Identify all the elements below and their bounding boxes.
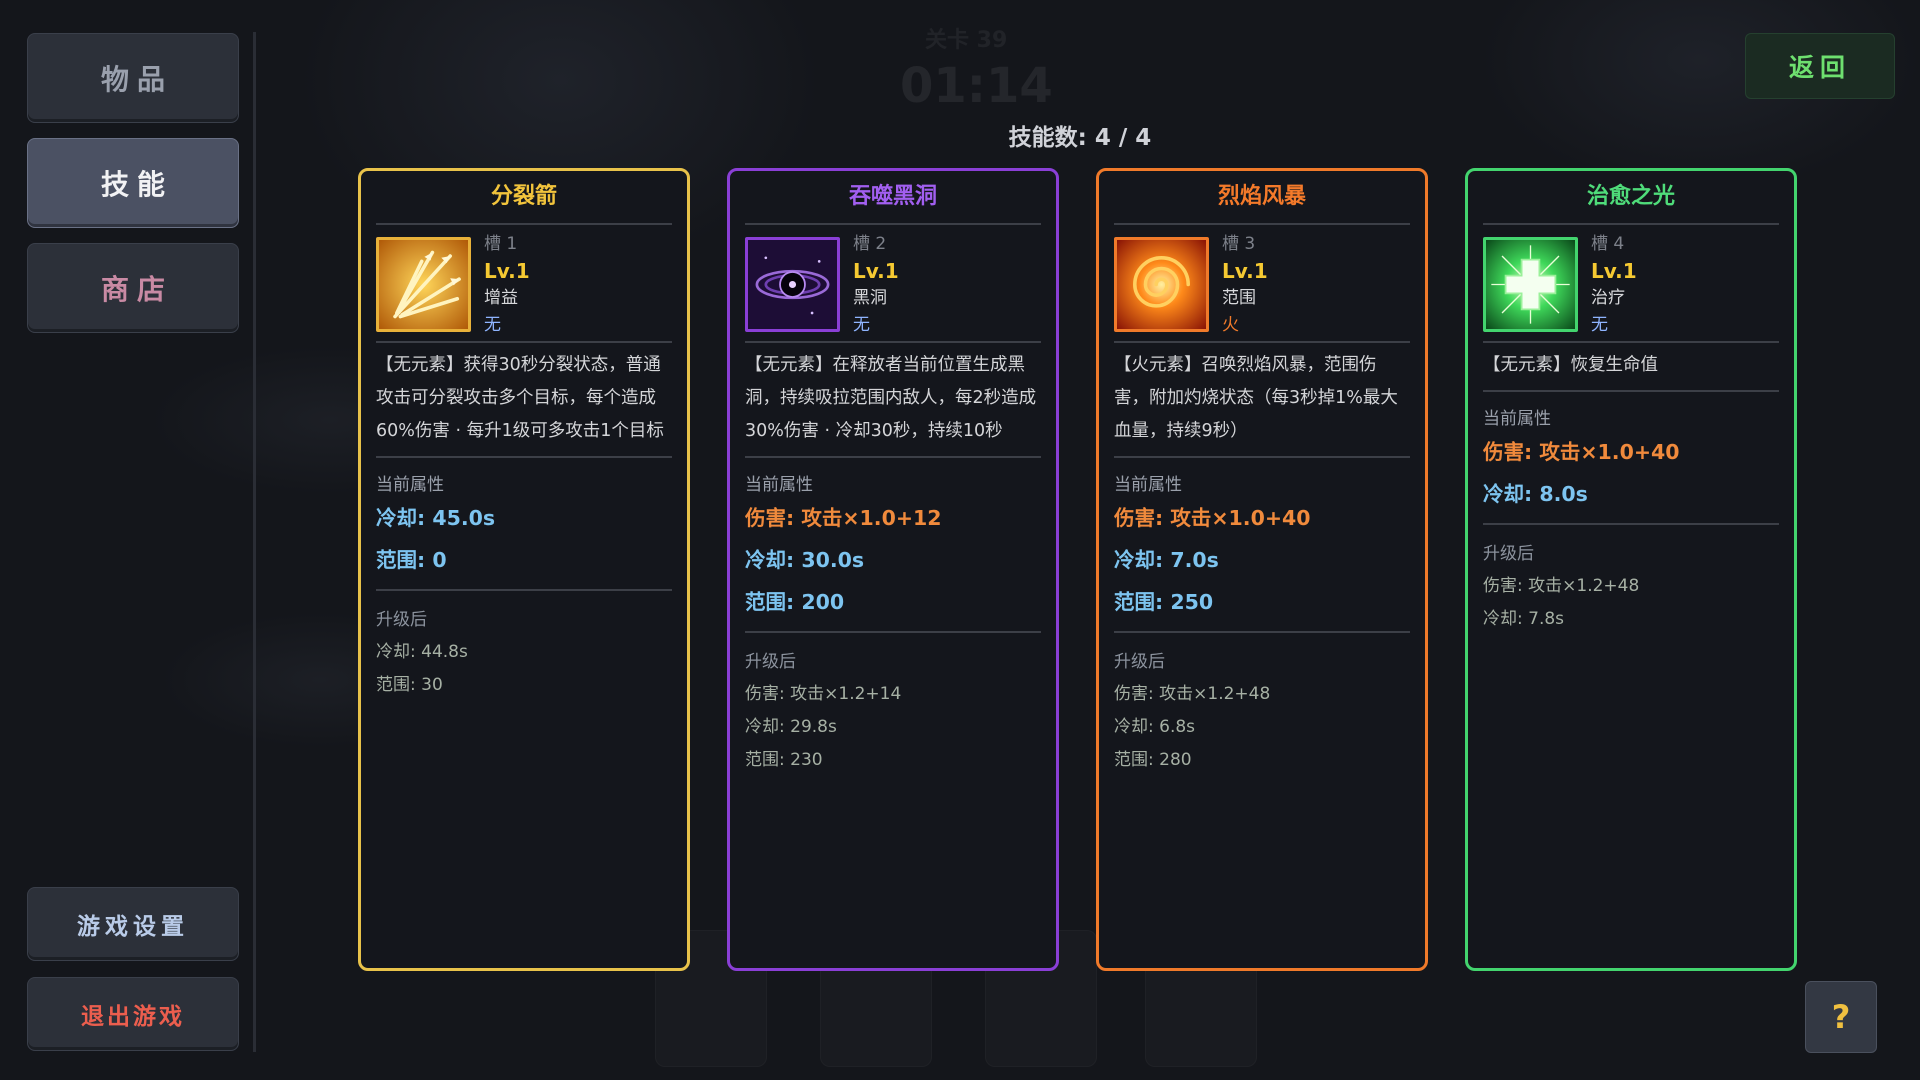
upgrade-range: 范围: 280	[1114, 750, 1192, 770]
current-range: 范围: 0	[376, 548, 447, 572]
skill-element: 无	[484, 315, 501, 335]
current-damage: 伤害: 攻击×1.0+40	[1114, 506, 1311, 530]
skill-card-1[interactable]: 分裂箭 槽 1 Lv.1 增益 无 【无元素】获得30秒分裂状态，普通攻击可分裂…	[358, 168, 690, 971]
healing-cross-icon	[1483, 237, 1578, 332]
current-range: 范围: 200	[745, 590, 845, 614]
help-button[interactable]: ?	[1805, 981, 1877, 1053]
exit-game-button[interactable]: 退出游戏	[27, 977, 239, 1051]
skill-slot: 槽 3	[1222, 234, 1256, 254]
upgrade-stats-heading: 升级后	[1114, 652, 1165, 672]
skill-slot: 槽 4	[1591, 234, 1625, 254]
current-cooldown: 冷却: 30.0s	[745, 548, 865, 572]
black-hole-icon	[745, 237, 840, 332]
upgrade-damage: 伤害: 攻击×1.2+48	[1483, 576, 1640, 596]
items-tab-button[interactable]: 物品	[27, 33, 239, 123]
skill-element: 火	[1222, 315, 1239, 335]
upgrade-stats-heading: 升级后	[376, 610, 427, 630]
upgrade-stats-heading: 升级后	[745, 652, 796, 672]
skill-description: 【无元素】获得30秒分裂状态，普通攻击可分裂攻击多个目标，每个造成60%伤害 ·…	[376, 343, 672, 458]
fire-storm-icon	[1114, 237, 1209, 332]
skill-description: 【火元素】召唤烈焰风暴，范围伤害，附加灼烧状态（每3秒掉1%最大血量，持续9秒）	[1114, 343, 1410, 458]
skill-card-4[interactable]: 治愈之光 槽 4 Lv.1 治疗 无 【无元素】恢复生命值 当前属性 伤害: 攻…	[1465, 168, 1797, 971]
skill-name: 吞噬黑洞	[745, 171, 1041, 225]
skill-type: 治疗	[1591, 288, 1625, 308]
current-damage: 伤害: 攻击×1.0+40	[1483, 440, 1680, 464]
current-cooldown: 冷却: 45.0s	[376, 506, 496, 530]
upgrade-stats-heading: 升级后	[1483, 544, 1534, 564]
background-level-label: 关卡 39	[925, 28, 1008, 53]
skill-type: 黑洞	[853, 288, 887, 308]
background-timer: 01:14	[900, 58, 1053, 114]
skills-tab-button[interactable]: 技能	[27, 138, 239, 228]
skill-level: Lv.1	[853, 259, 899, 283]
upgrade-cooldown: 冷却: 29.8s	[745, 717, 837, 737]
skill-description: 【无元素】恢复生命值	[1483, 343, 1779, 392]
skill-card-2[interactable]: 吞噬黑洞 槽 2 Lv.1 黑洞 无 【无元素】在释放者当前位置生成黑洞，持续吸…	[727, 168, 1059, 971]
skill-name: 治愈之光	[1483, 171, 1779, 225]
shop-tab-button[interactable]: 商店	[27, 243, 239, 333]
skill-count: 技能数: 4 / 4	[1008, 125, 1152, 151]
upgrade-damage: 伤害: 攻击×1.2+14	[745, 684, 902, 704]
current-stats-heading: 当前属性	[376, 475, 444, 495]
current-range: 范围: 250	[1114, 590, 1214, 614]
skill-name: 烈焰风暴	[1114, 171, 1410, 225]
upgrade-cooldown: 冷却: 7.8s	[1483, 609, 1565, 629]
split-arrow-icon	[376, 237, 471, 332]
skill-slot: 槽 1	[484, 234, 518, 254]
game-settings-button[interactable]: 游戏设置	[27, 887, 239, 961]
current-stats-heading: 当前属性	[1483, 409, 1551, 429]
current-cooldown: 冷却: 7.0s	[1114, 548, 1219, 572]
skill-slot: 槽 2	[853, 234, 887, 254]
skill-description: 【无元素】在释放者当前位置生成黑洞，持续吸拉范围内敌人，每2秒造成30%伤害 ·…	[745, 343, 1041, 458]
current-cooldown: 冷却: 8.0s	[1483, 482, 1588, 506]
upgrade-range: 范围: 230	[745, 750, 823, 770]
skill-type: 增益	[484, 288, 518, 308]
back-button[interactable]: 返回	[1745, 33, 1895, 99]
upgrade-cooldown: 冷却: 44.8s	[376, 642, 468, 662]
current-stats-heading: 当前属性	[745, 475, 813, 495]
current-stats-heading: 当前属性	[1114, 475, 1182, 495]
skill-level: Lv.1	[484, 259, 530, 283]
skill-name: 分裂箭	[376, 171, 672, 225]
current-damage: 伤害: 攻击×1.0+12	[745, 506, 942, 530]
upgrade-damage: 伤害: 攻击×1.2+48	[1114, 684, 1271, 704]
upgrade-range: 范围: 30	[376, 675, 443, 695]
skill-card-3[interactable]: 烈焰风暴 槽 3 Lv.1 范围 火 【火元素】召唤烈焰风暴，范围伤害，附加灼烧…	[1096, 168, 1428, 971]
skill-element: 无	[853, 315, 870, 335]
skill-level: Lv.1	[1591, 259, 1637, 283]
skill-level: Lv.1	[1222, 259, 1268, 283]
upgrade-cooldown: 冷却: 6.8s	[1114, 717, 1196, 737]
skill-element: 无	[1591, 315, 1608, 335]
skill-type: 范围	[1222, 288, 1256, 308]
sidebar-divider	[253, 32, 256, 1052]
